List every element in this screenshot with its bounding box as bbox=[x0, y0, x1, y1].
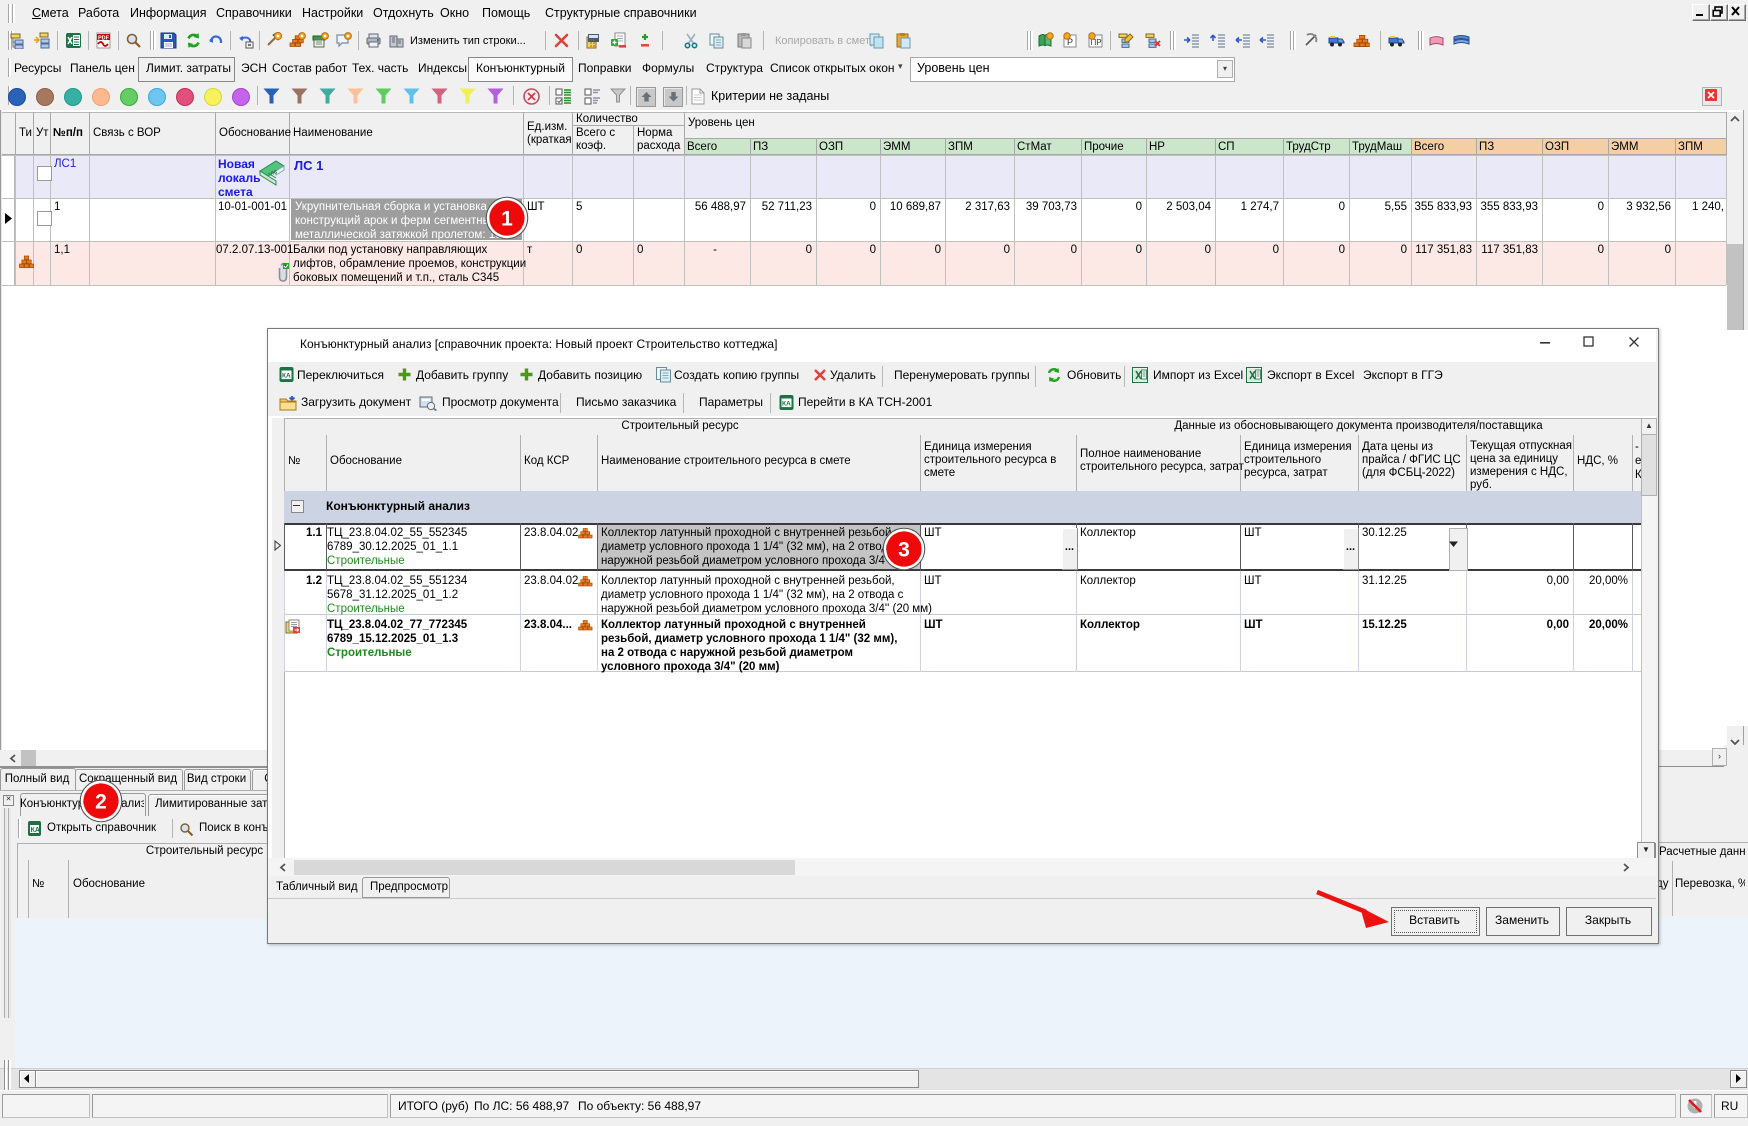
svg-text:1: 1 bbox=[501, 208, 513, 231]
svg-text:PDF: PDF bbox=[98, 36, 110, 42]
svg-text:2: 2 bbox=[95, 791, 107, 814]
svg-text:КА: КА bbox=[31, 827, 40, 834]
svg-text:3: 3 bbox=[898, 539, 910, 562]
svg-text:КА: КА bbox=[782, 401, 791, 408]
svg-text:КА: КА bbox=[282, 373, 291, 380]
